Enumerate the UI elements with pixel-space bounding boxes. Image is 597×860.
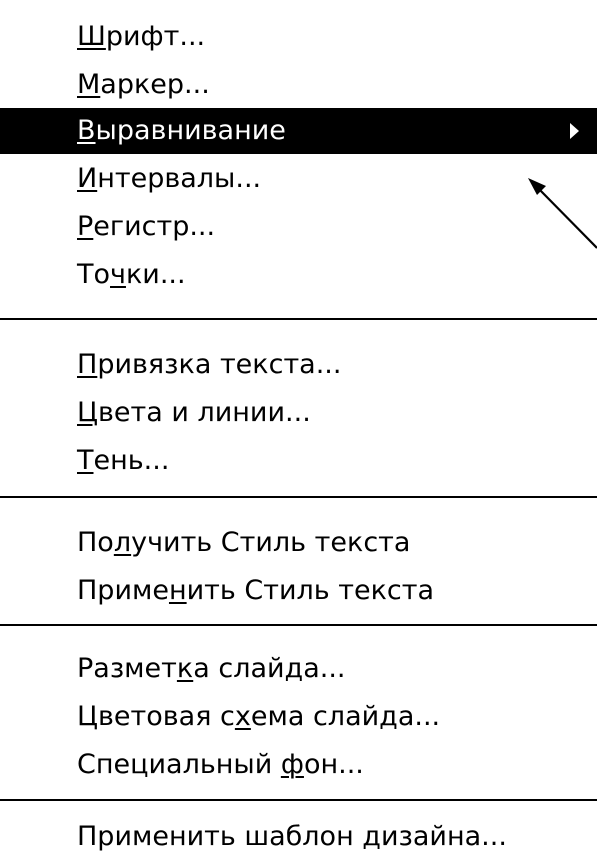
submenu-arrow-icon bbox=[570, 123, 579, 139]
menu-item-slide-color-scheme[interactable]: Цветовая схема слайда... bbox=[0, 694, 597, 740]
menu-item-periods[interactable]: Точки... bbox=[0, 252, 597, 298]
menu-item-label: Маркер... bbox=[77, 69, 210, 100]
menu-item-label: Тень... bbox=[77, 445, 170, 476]
menu-item-pick-up-text-style[interactable]: Получить Стиль текста bbox=[0, 520, 597, 566]
menu-item-label: Применить шаблон дизайна... bbox=[77, 821, 507, 852]
menu-item-label: Точки... bbox=[77, 259, 186, 290]
menu-item-case[interactable]: Регистр... bbox=[0, 204, 597, 250]
menu-separator bbox=[0, 318, 597, 320]
menu-item-label: Специальный фон... bbox=[77, 749, 364, 780]
menu-item-label: Интервалы... bbox=[77, 163, 262, 194]
menu-item-spacing[interactable]: Интервалы... bbox=[0, 156, 597, 202]
menu-item-label: Шрифт... bbox=[77, 21, 206, 52]
menu-item-custom-background[interactable]: Специальный фон... bbox=[0, 742, 597, 788]
menu-item-label: Получить Стиль текста bbox=[77, 527, 411, 558]
menu-item-slide-layout[interactable]: Разметка слайда... bbox=[0, 646, 597, 692]
menu-item-alignment[interactable]: Выравнивание bbox=[0, 108, 597, 154]
menu-item-apply-design-template[interactable]: Применить шаблон дизайна... bbox=[0, 814, 597, 860]
menu-item-label: Выравнивание bbox=[77, 115, 286, 146]
menu-separator bbox=[0, 624, 597, 626]
menu-item-font[interactable]: Шрифт... bbox=[0, 14, 597, 60]
menu-item-label: Применить Стиль текста bbox=[77, 575, 435, 606]
context-menu: Шрифт... Маркер... Выравнивание Интервал… bbox=[0, 0, 597, 856]
menu-item-label: Разметка слайда... bbox=[77, 653, 346, 684]
menu-item-label: Цвета и линии... bbox=[77, 397, 311, 428]
menu-item-colors-and-lines[interactable]: Цвета и линии... bbox=[0, 390, 597, 436]
menu-item-label: Регистр... bbox=[77, 211, 216, 242]
menu-item-label: Цветовая схема слайда... bbox=[77, 701, 441, 732]
menu-item-text-anchor[interactable]: Привязка текста... bbox=[0, 342, 597, 388]
menu-item-shadow[interactable]: Тень... bbox=[0, 438, 597, 484]
menu-separator bbox=[0, 496, 597, 498]
menu-item-label: Привязка текста... bbox=[77, 349, 342, 380]
menu-separator bbox=[0, 799, 597, 801]
menu-item-bullet[interactable]: Маркер... bbox=[0, 62, 597, 108]
menu-item-apply-text-style[interactable]: Применить Стиль текста bbox=[0, 568, 597, 614]
